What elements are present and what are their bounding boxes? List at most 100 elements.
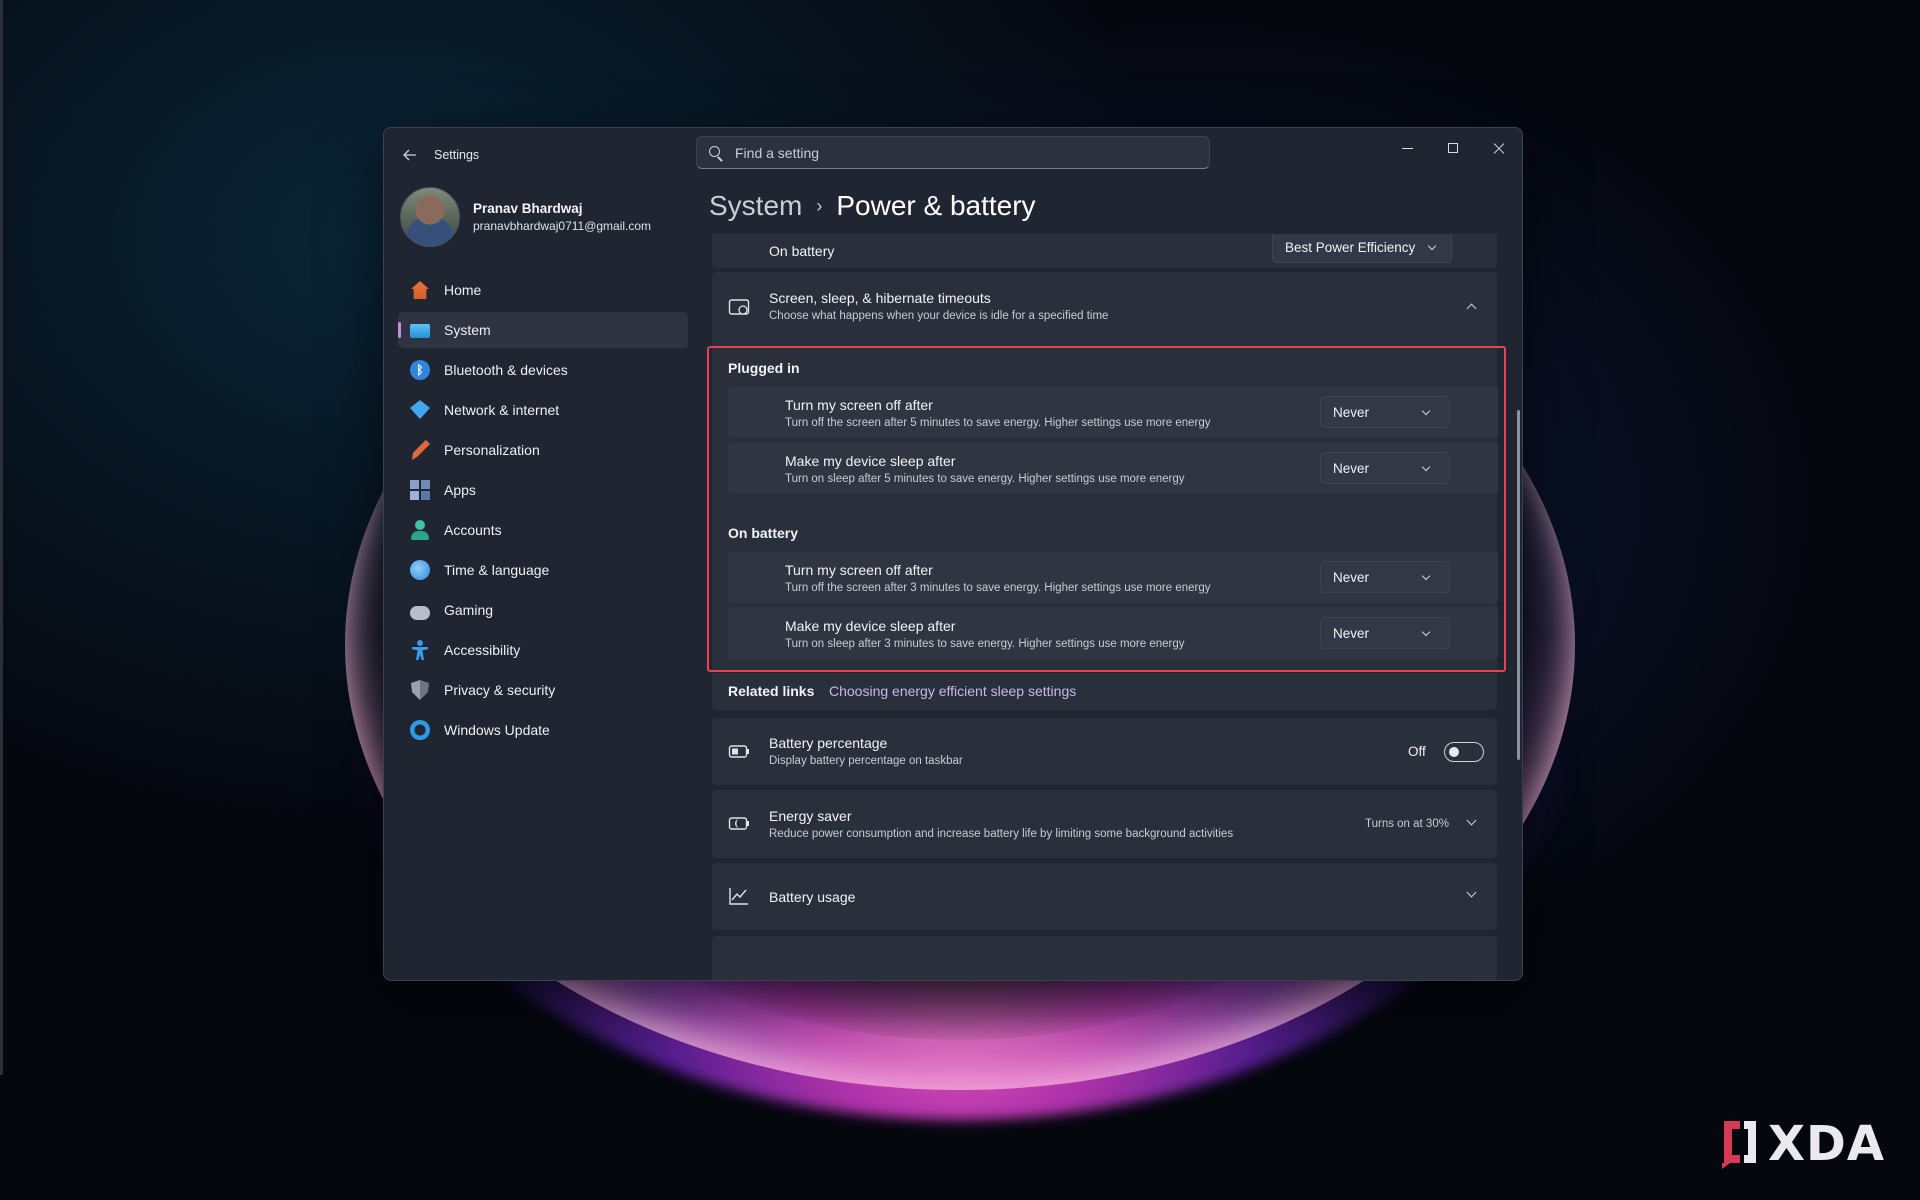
accounts-icon xyxy=(410,520,430,540)
bluetooth-icon: ᛒ xyxy=(410,360,430,380)
battery-usage-row[interactable]: Battery usage xyxy=(712,863,1497,930)
profile-email: pranavbhardwaj0711@gmail.com xyxy=(473,219,652,233)
plugged-screen-off-row: Turn my screen off after Turn off the sc… xyxy=(728,386,1498,438)
scrollbar[interactable] xyxy=(1517,410,1520,760)
timeouts-expander: Screen, sleep, & hibernate timeouts Choo… xyxy=(712,272,1498,710)
timeouts-header[interactable]: Screen, sleep, & hibernate timeouts Choo… xyxy=(712,272,1497,340)
battery-sleep-dropdown[interactable]: Never xyxy=(1320,617,1450,649)
system-icon xyxy=(410,324,430,338)
plugged-sleep-title: Make my device sleep after xyxy=(785,453,956,469)
screen-timeout-icon xyxy=(728,299,750,315)
sidebar-item-privacy[interactable]: Privacy & security xyxy=(398,672,688,708)
energy-saver-icon xyxy=(728,817,749,830)
chevron-down-icon xyxy=(1421,462,1431,472)
minimize-button[interactable] xyxy=(1384,132,1430,164)
xda-bracket-icon xyxy=(1722,1121,1756,1169)
sidebar-item-label: Gaming xyxy=(444,602,494,618)
back-button[interactable] xyxy=(394,140,426,170)
search-input[interactable] xyxy=(735,144,1175,161)
sidebar-item-home[interactable]: Home xyxy=(398,272,688,308)
sidebar-item-system[interactable]: System xyxy=(398,312,688,348)
sidebar-item-label: Apps xyxy=(444,482,476,498)
chevron-down-icon xyxy=(1466,815,1477,826)
sidebar-item-bluetooth[interactable]: ᛒ Bluetooth & devices xyxy=(398,352,688,388)
sidebar-item-time-language[interactable]: Time & language xyxy=(398,552,688,588)
battery-icon xyxy=(728,745,749,758)
plugged-screen-off-title: Turn my screen off after xyxy=(785,397,933,413)
shield-icon xyxy=(411,680,429,700)
app-title: Settings xyxy=(434,148,480,162)
sidebar-item-label: Privacy & security xyxy=(444,682,556,698)
maximize-icon xyxy=(1448,143,1458,153)
energy-saver-title: Energy saver xyxy=(769,808,852,824)
plugged-sleep-subtitle: Turn on sleep after 5 minutes to save en… xyxy=(785,473,1185,485)
accessibility-icon xyxy=(410,640,430,660)
sidebar-item-label: Bluetooth & devices xyxy=(444,362,568,378)
dropdown-value: Never xyxy=(1333,569,1370,585)
power-mode-value: Best Power Efficiency xyxy=(1285,239,1416,255)
sidebar-item-label: Accounts xyxy=(444,522,502,538)
sidebar-item-accessibility[interactable]: Accessibility xyxy=(398,632,688,668)
sidebar-item-label: Home xyxy=(444,282,482,298)
home-icon xyxy=(411,281,429,299)
close-icon xyxy=(1493,142,1505,154)
next-settings-row[interactable] xyxy=(712,936,1497,980)
battery-sleep-row: Make my device sleep after Turn on sleep… xyxy=(728,607,1498,659)
profile-name: Pranav Bhardwaj xyxy=(473,201,583,216)
power-mode-dropdown[interactable]: Best Power Efficiency xyxy=(1272,234,1452,263)
dropdown-value: Never xyxy=(1333,460,1370,476)
battery-percentage-toggle[interactable] xyxy=(1444,742,1484,762)
minimize-icon xyxy=(1401,147,1413,149)
sidebar-item-personalization[interactable]: Personalization xyxy=(398,432,688,468)
maximize-button[interactable] xyxy=(1430,132,1476,164)
dropdown-value: Never xyxy=(1333,625,1370,641)
battery-screen-off-subtitle: Turn off the screen after 3 minutes to s… xyxy=(785,582,1211,594)
energy-sleep-link[interactable]: Choosing energy efficient sleep settings xyxy=(829,683,1076,699)
close-button[interactable] xyxy=(1476,132,1522,164)
chevron-down-icon xyxy=(1421,571,1431,581)
brush-icon xyxy=(412,440,430,460)
settings-window: Settings Pranav Bhardwaj pranavbhardwaj0… xyxy=(383,127,1523,981)
chevron-down-icon xyxy=(1421,627,1431,637)
power-mode-row: On battery Best Power Efficiency xyxy=(712,234,1497,268)
sidebar-item-accounts[interactable]: Accounts xyxy=(398,512,688,548)
power-mode-label: On battery xyxy=(769,243,835,259)
xda-wordmark: XDA xyxy=(1768,1116,1885,1172)
gamepad-icon xyxy=(410,606,430,620)
battery-screen-off-dropdown[interactable]: Never xyxy=(1320,561,1450,593)
chevron-down-icon xyxy=(1466,887,1477,898)
timeouts-subtitle: Choose what happens when your device is … xyxy=(769,310,1109,322)
chevron-down-icon xyxy=(1421,406,1431,416)
toggle-state-label: Off xyxy=(1408,744,1426,759)
plugged-in-label: Plugged in xyxy=(728,360,800,376)
sidebar-item-apps[interactable]: Apps xyxy=(398,472,688,508)
plugged-sleep-row: Make my device sleep after Turn on sleep… xyxy=(728,442,1498,494)
back-arrow-icon xyxy=(403,149,416,161)
battery-percentage-title: Battery percentage xyxy=(769,735,888,751)
battery-sleep-subtitle: Turn on sleep after 3 minutes to save en… xyxy=(785,638,1185,650)
plugged-sleep-dropdown[interactable]: Never xyxy=(1320,452,1450,484)
energy-saver-status: Turns on at 30% xyxy=(1365,818,1449,830)
network-icon xyxy=(410,400,430,419)
sidebar-item-windows-update[interactable]: Windows Update xyxy=(398,712,688,748)
sidebar-item-network[interactable]: Network & internet xyxy=(398,392,688,428)
chevron-up-icon xyxy=(1466,303,1477,314)
energy-saver-row[interactable]: Energy saver Reduce power consumption an… xyxy=(712,790,1497,858)
search-box[interactable] xyxy=(696,136,1210,169)
plugged-screen-off-dropdown[interactable]: Never xyxy=(1320,396,1450,428)
battery-screen-off-title: Turn my screen off after xyxy=(785,562,933,578)
sidebar-item-label: System xyxy=(444,322,491,338)
chevron-down-icon xyxy=(1427,241,1437,251)
related-links-label: Related links xyxy=(728,683,815,699)
page-title: Power & battery xyxy=(836,190,1036,221)
sidebar-item-gaming[interactable]: Gaming xyxy=(398,592,688,628)
battery-percentage-subtitle: Display battery percentage on taskbar xyxy=(769,755,963,767)
line-chart-icon xyxy=(729,888,748,905)
sidebar-item-label: Personalization xyxy=(444,442,540,458)
on-battery-label: On battery xyxy=(728,525,799,541)
user-profile[interactable]: Pranav Bhardwaj pranavbhardwaj0711@gmail… xyxy=(400,186,651,248)
settings-content: On battery Best Power Efficiency Screen,… xyxy=(712,234,1502,980)
sidebar-item-label: Windows Update xyxy=(444,722,550,738)
avatar xyxy=(400,187,460,247)
breadcrumb-parent[interactable]: System xyxy=(709,190,802,222)
